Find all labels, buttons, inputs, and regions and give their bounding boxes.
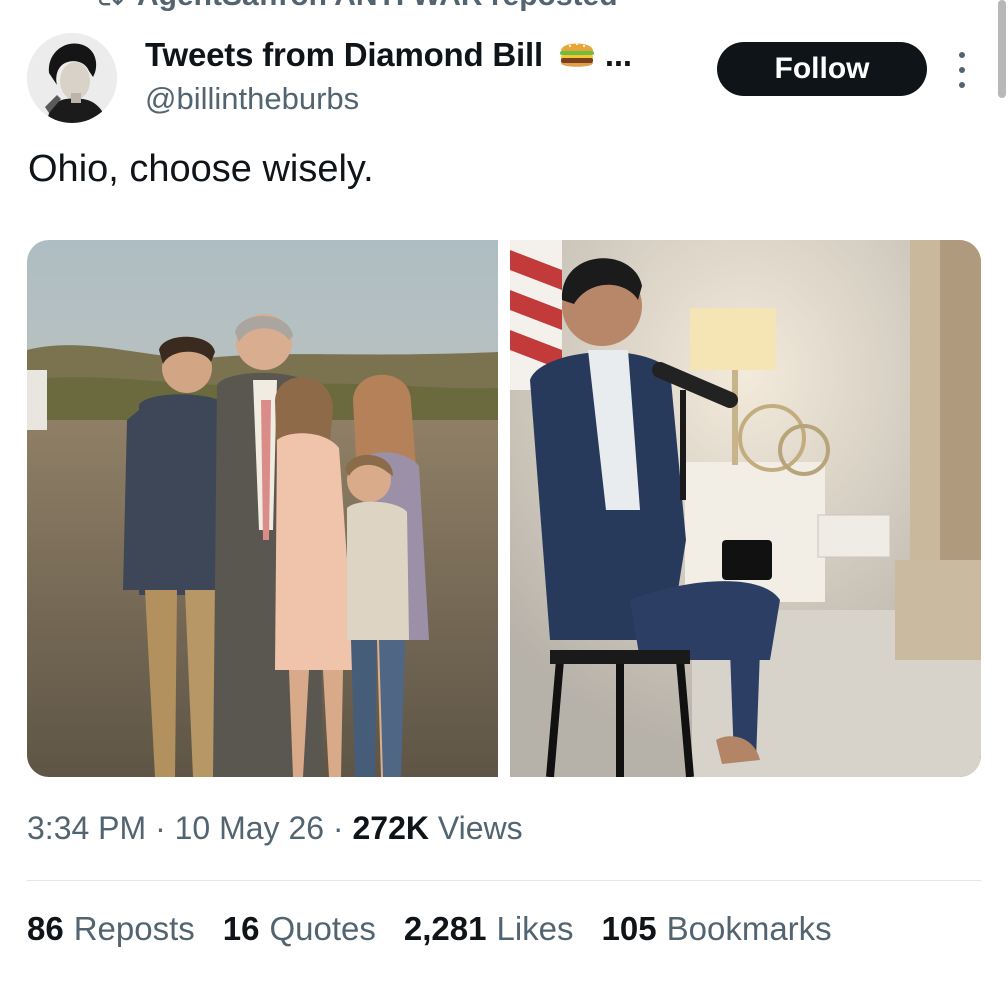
tweet-media[interactable] <box>27 240 981 777</box>
repost-header[interactable]: AgentSaffron ANTI WAR reposted <box>95 0 618 14</box>
likes-stat[interactable]: 2,281 Likes <box>404 910 574 948</box>
interview-photo-image <box>510 240 981 777</box>
repost-header-text: AgentSaffron ANTI WAR reposted <box>137 0 618 13</box>
reposts-stat[interactable]: 86 Reposts <box>27 910 195 948</box>
quotes-label: Quotes <box>269 910 376 947</box>
scrollbar[interactable] <box>998 0 1006 98</box>
family-photo-image <box>27 240 498 777</box>
meta-separator: · <box>155 810 166 846</box>
bookmarks-count: 105 <box>601 910 657 947</box>
more-options-icon[interactable] <box>948 52 976 88</box>
author-handle[interactable]: @billintheburbs <box>145 81 359 117</box>
reposts-label: Reposts <box>73 910 195 947</box>
tweet-meta: 3:34 PM · 10 May 26 · 272K Views <box>27 810 523 847</box>
likes-label: Likes <box>496 910 574 947</box>
author-name-text: Tweets from Diamond Bill <box>145 36 543 73</box>
avatar-image <box>27 33 117 123</box>
follow-button[interactable]: Follow <box>717 42 927 96</box>
media-photo-interview[interactable] <box>510 240 981 777</box>
likes-count: 2,281 <box>403 910 487 947</box>
bookmarks-stat[interactable]: 105 Bookmarks <box>602 910 832 948</box>
bookmarks-label: Bookmarks <box>666 910 832 947</box>
views-count: 272K <box>352 810 429 846</box>
author-name[interactable]: Tweets from Diamond Bill ... <box>145 36 632 78</box>
author-avatar[interactable] <box>27 33 117 123</box>
reposts-count: 86 <box>27 910 64 947</box>
engagement-stats: 86 Reposts 16 Quotes 2,281 Likes 105 Bookmar… <box>27 910 832 948</box>
divider <box>27 880 981 881</box>
meta-separator-2: · <box>332 810 344 846</box>
hamburger-emoji-icon <box>558 36 596 78</box>
repost-icon <box>99 0 123 6</box>
views-label: Views <box>437 810 523 846</box>
tweet-date[interactable]: 10 May 26 <box>175 810 324 846</box>
tweet-time[interactable]: 3:34 PM <box>27 810 146 846</box>
author-name-ellipsis: ... <box>604 36 632 73</box>
quotes-count: 16 <box>222 910 260 947</box>
quotes-stat[interactable]: 16 Quotes <box>223 910 376 948</box>
tweet-text: Ohio, choose wisely. <box>28 148 374 190</box>
media-photo-family[interactable] <box>27 240 498 777</box>
